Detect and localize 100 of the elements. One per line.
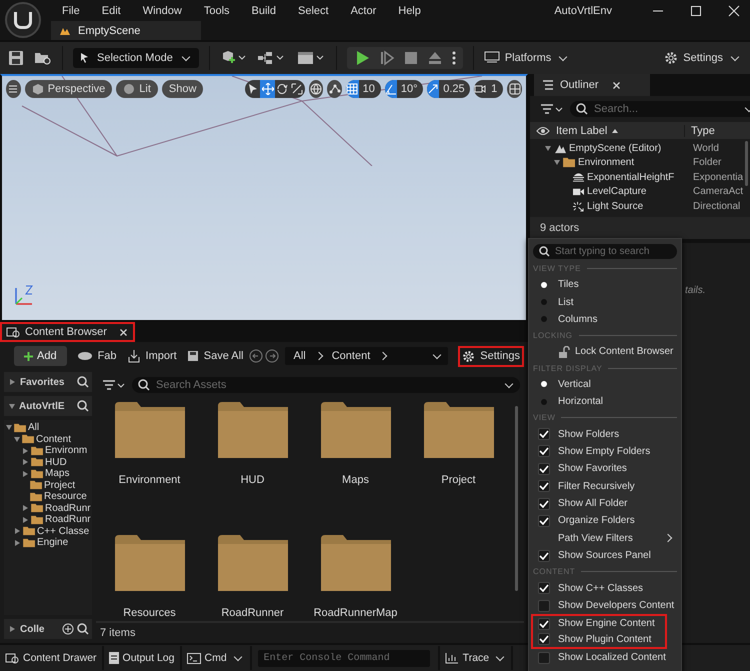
checkbox[interactable] <box>538 428 550 440</box>
outliner-search-input[interactable]: Search... <box>594 101 736 117</box>
scale-snap-toggle[interactable]: 0.25 <box>427 80 470 98</box>
perspective-button[interactable]: Perspective <box>24 80 112 98</box>
menu-item[interactable]: Show Folders <box>533 425 677 443</box>
outliner-item[interactable]: Environment <box>530 157 693 168</box>
folder-tree-item[interactable]: All <box>4 422 92 434</box>
folder-tree-item[interactable]: Engine <box>4 537 92 548</box>
checkbox[interactable] <box>538 498 550 510</box>
menu-item[interactable]: Edit <box>90 4 132 16</box>
close-icon[interactable] <box>612 82 620 88</box>
folder-icon[interactable] <box>320 402 390 458</box>
angle-snap-button[interactable] <box>384 80 397 98</box>
outliner-search-field[interactable]: Search... <box>570 101 750 117</box>
menu-item[interactable]: Show Plugin Content <box>531 632 667 650</box>
folder-tree-item[interactable]: RoadRunr <box>4 502 92 514</box>
checkbox[interactable] <box>538 633 550 646</box>
outliner-item[interactable]: LevelCapture <box>530 186 693 198</box>
menu-item[interactable]: Show Engine Content <box>531 614 667 632</box>
move-tool-button[interactable] <box>260 80 276 98</box>
checkbox[interactable] <box>538 582 550 594</box>
angle-snap-toggle[interactable]: 10° <box>384 80 424 98</box>
path-breadcrumb[interactable]: All Content <box>285 347 448 365</box>
project-header[interactable]: AutoVrtlE <box>4 396 92 416</box>
platforms-button[interactable]: Platforms <box>484 51 570 65</box>
level-tab[interactable]: EmptyScene <box>51 21 201 40</box>
add-button[interactable]: Add <box>14 346 67 366</box>
grid-snap-button[interactable] <box>346 80 359 98</box>
blueprint-icon[interactable] <box>256 50 286 66</box>
clapperboard-icon[interactable] <box>296 50 326 66</box>
stop-icon[interactable] <box>404 51 418 65</box>
search-icon[interactable] <box>77 400 89 412</box>
menu-item[interactable]: Show Empty Folders <box>533 442 677 460</box>
content-browser-tab[interactable]: Content Browser <box>0 322 135 342</box>
favorites-header[interactable]: Favorites <box>4 372 92 392</box>
close-icon[interactable] <box>728 5 740 17</box>
checkbox[interactable] <box>538 618 550 630</box>
menu-item[interactable]: Show Localized Content <box>533 649 677 666</box>
collections-header[interactable]: Colle <box>4 619 92 639</box>
breadcrumb-item[interactable]: All <box>293 350 306 362</box>
folder-tree-item[interactable]: Project <box>4 480 92 491</box>
column-header[interactable]: Item Label <box>550 124 684 136</box>
close-icon[interactable] <box>120 328 127 336</box>
folder-icon[interactable] <box>114 535 184 591</box>
menu-button[interactable] <box>6 80 21 98</box>
maximize-icon[interactable] <box>690 5 702 17</box>
selection-mode-dropdown[interactable]: Selection Mode <box>73 48 199 68</box>
folder-search-icon[interactable] <box>34 50 52 66</box>
menu-item[interactable]: Show Favorites <box>533 460 677 478</box>
forward-icon[interactable] <box>265 349 280 363</box>
menu-item[interactable]: Help <box>387 4 432 16</box>
grid-snap-toggle[interactable]: 10 <box>346 80 381 98</box>
menu-item[interactable]: Actor <box>340 4 388 16</box>
menu-search-field[interactable]: Start typing to search <box>533 244 677 259</box>
more-icon[interactable] <box>452 50 456 66</box>
save-icon[interactable] <box>8 50 24 66</box>
menu-item[interactable]: Columns <box>533 310 677 328</box>
menu-item[interactable]: Show C++ Classes <box>533 579 677 597</box>
menu-item[interactable]: Show Sources Panel <box>533 547 677 564</box>
folder-tree-item[interactable]: C++ Classe <box>4 526 92 537</box>
menu-item[interactable]: Filter Recursively <box>533 478 677 495</box>
folder-tree-item[interactable]: HUD <box>4 456 92 468</box>
checkbox[interactable] <box>538 600 550 612</box>
folder-icon[interactable] <box>114 402 184 458</box>
save-all-button[interactable]: Save All <box>186 350 244 362</box>
menu-item[interactable]: Show All Folder <box>533 494 677 512</box>
menu-item[interactable]: List <box>533 293 677 311</box>
outliner-item[interactable]: ExponentialHeightF <box>530 172 693 183</box>
filter-icon[interactable] <box>540 103 564 115</box>
content-drawer-button[interactable]: Content Drawer <box>0 646 104 670</box>
outliner-tab[interactable]: Outliner <box>534 74 650 96</box>
outliner-item[interactable]: Light Source <box>530 200 693 212</box>
checkbox[interactable] <box>538 480 550 492</box>
outliner-item[interactable]: EmptyScene (Editor) <box>530 142 693 154</box>
fab-button[interactable]: Fab <box>76 350 117 362</box>
add-icon[interactable] <box>62 623 74 635</box>
menu-item[interactable]: File <box>51 4 91 16</box>
trace-dropdown[interactable]: Trace <box>438 646 514 670</box>
camera-snap-toggle[interactable]: 1 <box>474 80 504 98</box>
layout-button[interactable] <box>507 80 522 98</box>
eye-icon[interactable] <box>536 126 550 136</box>
surface-snap-button[interactable] <box>327 80 342 98</box>
cmd-dropdown[interactable]: Cmd <box>182 646 252 670</box>
menu-item[interactable]: Vertical <box>533 376 677 393</box>
filter-icon[interactable] <box>102 379 126 391</box>
menu-item[interactable]: Path View Filters <box>533 530 677 548</box>
output-log-button[interactable]: Output Log <box>104 646 182 670</box>
checkbox[interactable] <box>538 652 550 664</box>
checkbox[interactable] <box>538 445 550 458</box>
folder-tree-item[interactable]: RoadRunr <box>4 514 92 526</box>
menu-item[interactable]: Horizontal <box>533 392 677 410</box>
folder-tree-item[interactable]: Content <box>4 434 92 445</box>
search-icon[interactable] <box>77 623 89 635</box>
menu-item[interactable]: Build <box>240 4 287 16</box>
settings-button[interactable]: Settings <box>664 51 742 65</box>
eject-icon[interactable] <box>426 50 443 66</box>
settings-button[interactable]: Settings <box>458 346 524 366</box>
menu-item[interactable]: Tiles <box>533 276 677 294</box>
folder-icon[interactable] <box>320 535 390 591</box>
folder-icon[interactable] <box>424 402 494 458</box>
